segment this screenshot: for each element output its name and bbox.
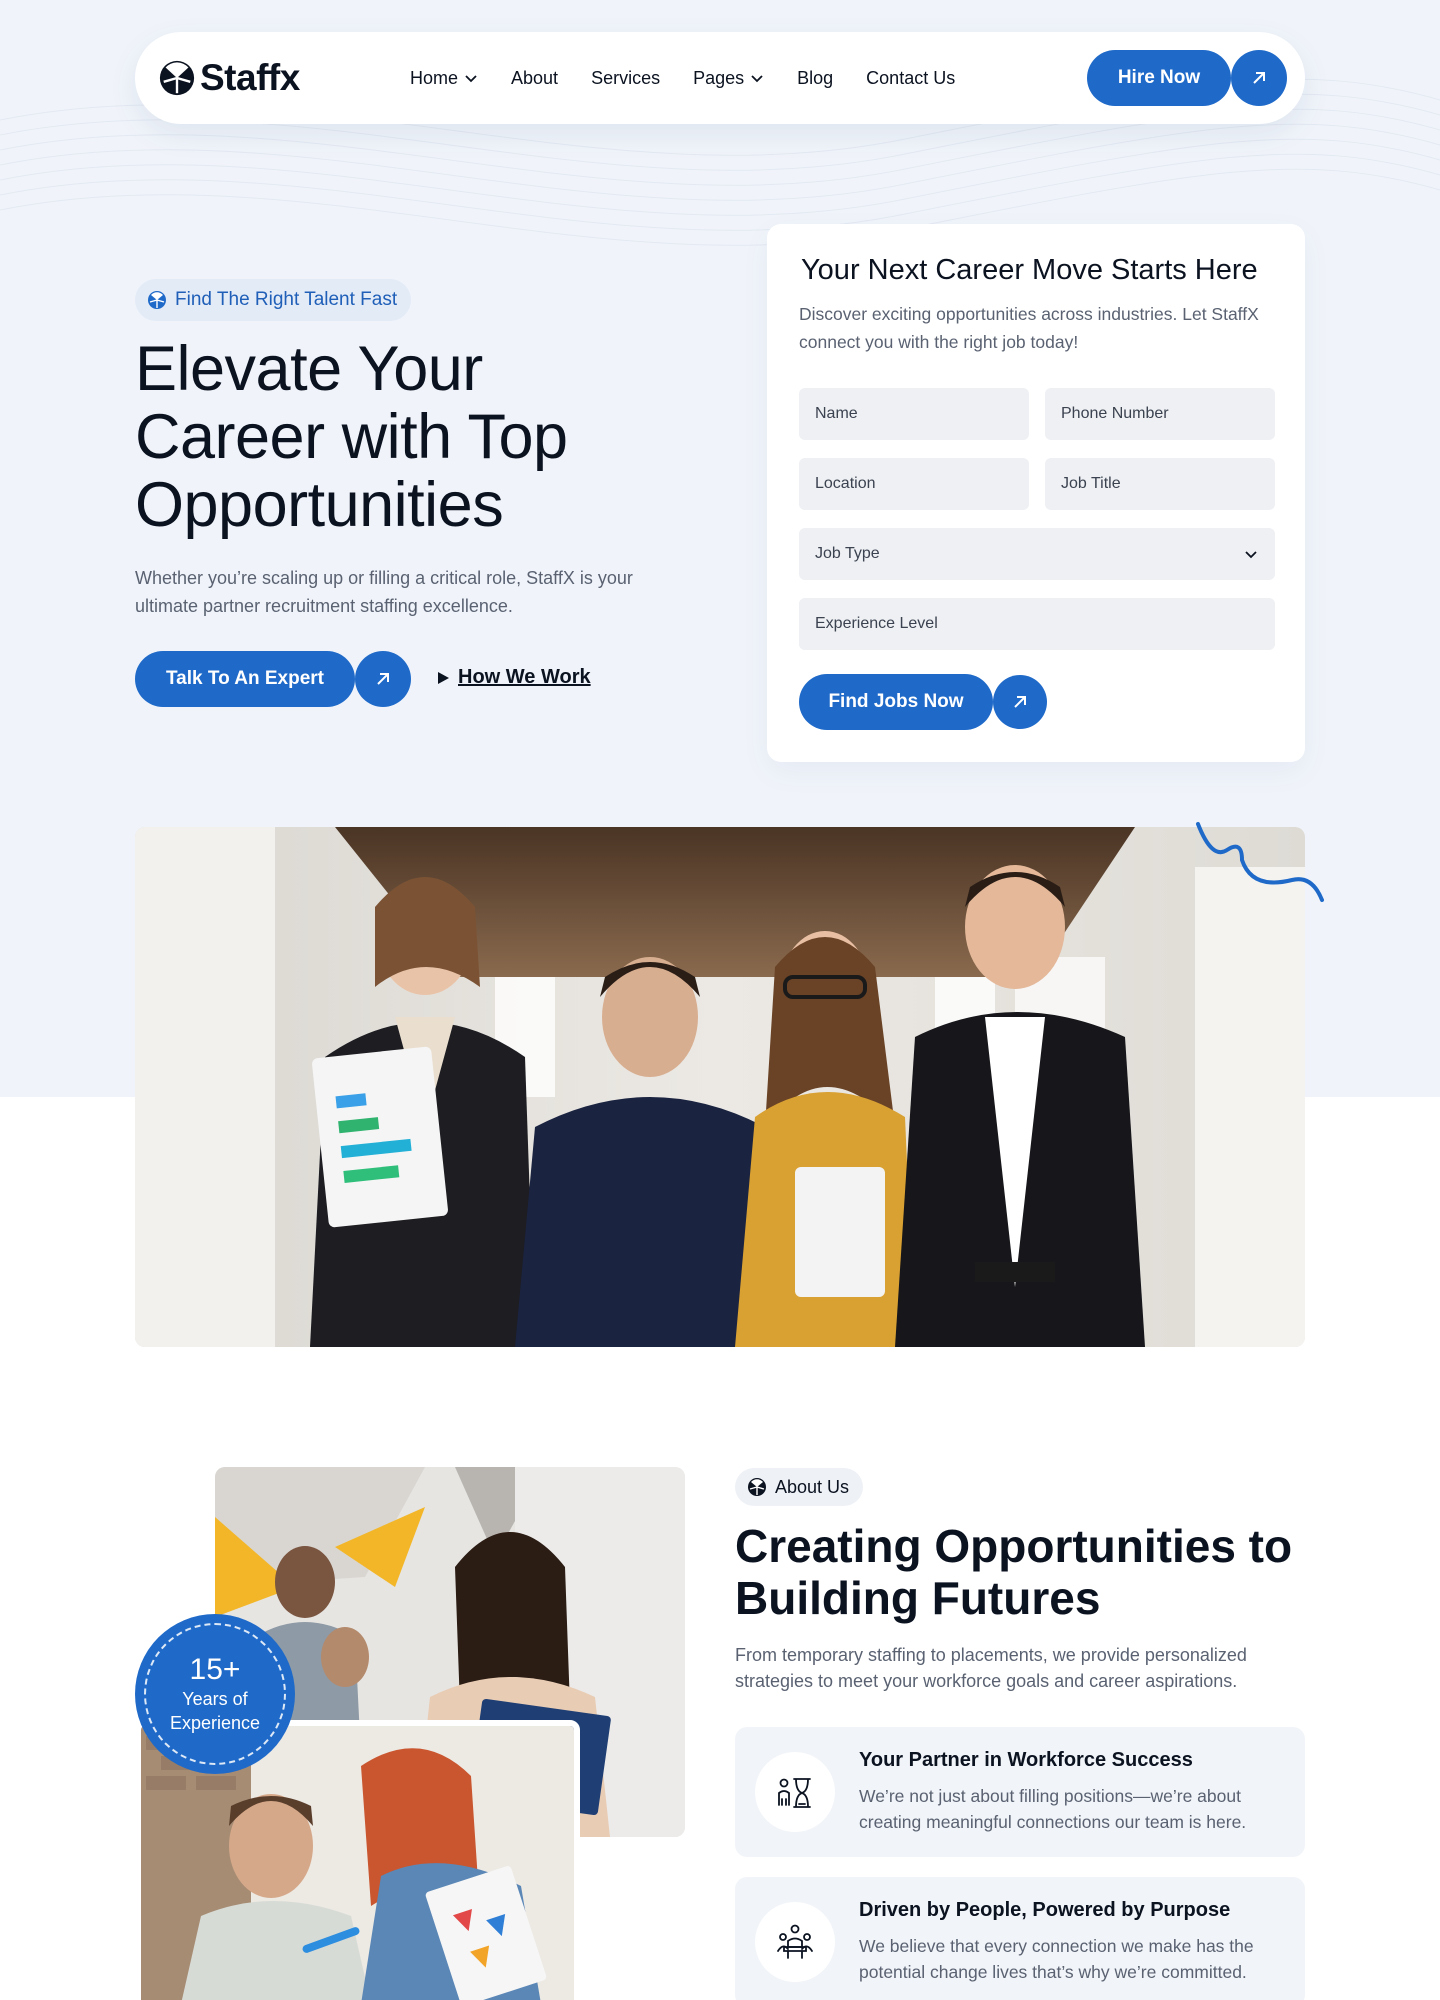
nav-item-label: About	[511, 67, 559, 88]
job-title-placeholder: Job Title	[1061, 475, 1121, 492]
feature-icon-wrap	[755, 1902, 835, 1982]
experience-badge: 15+ Years of Experience	[135, 1614, 295, 1774]
about-title: Creating Opportunities to Building Futur…	[735, 1520, 1293, 1624]
hero-badge-label: Find The Right Talent Fast	[175, 289, 398, 310]
chevron-down-icon	[751, 75, 763, 83]
how-we-work-label: How We Work	[458, 666, 591, 688]
about-badge-label: About Us	[775, 1476, 850, 1497]
talk-to-expert-arrow-button[interactable]	[355, 651, 411, 707]
chevron-down-icon	[1245, 551, 1257, 559]
team-photo-illustration	[135, 827, 1305, 1347]
hero-badge: Find The Right Talent Fast	[135, 279, 412, 321]
phone-placeholder: Phone Number	[1061, 405, 1169, 422]
experience-badge-inner: 15+ Years of Experience	[144, 1623, 286, 1765]
talk-expert-group: Talk To An Expert	[135, 651, 411, 707]
experience-label: Years of	[182, 1689, 248, 1709]
find-jobs-group: Find Jobs Now	[799, 674, 1047, 730]
main-nav: Home About Services Pages Blog Contact U…	[410, 32, 955, 124]
hero-title: Elevate Your Career with Top Opportuniti…	[135, 335, 675, 539]
hero-description: Whether you’re scaling up or filling a c…	[135, 568, 633, 616]
experience-value: 15+	[189, 1653, 241, 1686]
logo-mark-icon	[148, 291, 166, 309]
logo-mark-icon	[748, 1478, 766, 1496]
brand-logo[interactable]: Staffx	[158, 56, 300, 100]
location-field[interactable]: Location	[799, 458, 1029, 510]
experience-placeholder: Experience Level	[815, 615, 938, 632]
job-title-field[interactable]: Job Title	[1045, 458, 1275, 510]
arrow-up-right-icon	[1253, 72, 1265, 84]
job-type-placeholder: Job Type	[815, 545, 880, 562]
play-icon	[438, 671, 449, 684]
team-meeting-icon	[777, 1924, 813, 1959]
feature-title: Your Partner in Workforce Success	[859, 1749, 1193, 1771]
how-we-work-link[interactable]: How We Work	[436, 666, 591, 689]
decorative-squiggle	[1196, 822, 1324, 902]
feature-card: Driven by People, Powered by Purpose We …	[735, 1877, 1305, 2000]
talk-to-expert-button[interactable]: Talk To An Expert	[135, 651, 355, 707]
nav-item-label: Home	[410, 67, 459, 88]
people-hourglass-icon	[778, 1778, 811, 1808]
nav-item-services[interactable]: Services	[591, 68, 660, 89]
hero-title-line: Elevate Your	[135, 334, 483, 404]
job-search-form: Your Next Career Move Starts Here Discov…	[767, 224, 1305, 762]
feature-description: We’re not just about filling positions—w…	[859, 1786, 1247, 1832]
feature-title: Driven by People, Powered by Purpose	[859, 1899, 1231, 1921]
job-type-select[interactable]: Job Type	[799, 528, 1275, 580]
hero-title-line: Career with Top	[135, 402, 568, 472]
hire-now-group: Hire Now	[1087, 50, 1287, 106]
nav-item-home[interactable]: Home	[410, 68, 478, 89]
navbar: Staffx Home About Services Pages Blog Co…	[135, 32, 1305, 124]
hire-now-button[interactable]: Hire Now	[1087, 50, 1231, 106]
name-field[interactable]: Name	[799, 388, 1029, 440]
feature-description: We believe that every connection we make…	[859, 1936, 1254, 1982]
find-jobs-button[interactable]: Find Jobs Now	[799, 674, 993, 730]
about-badge: About Us	[735, 1468, 864, 1506]
hero-title-line: Opportunities	[135, 470, 504, 540]
nav-item-label: Contact Us	[866, 67, 956, 88]
form-description: Discover exciting opportunities across i…	[799, 304, 1259, 352]
nav-item-label: Blog	[797, 67, 834, 88]
nav-item-about[interactable]: About	[511, 68, 558, 89]
experience-label: Experience	[169, 1713, 261, 1733]
nav-item-pages[interactable]: Pages	[693, 68, 764, 89]
feature-icon-wrap	[755, 1752, 835, 1832]
brand-name: Staffx	[200, 57, 300, 98]
arrow-up-right-icon	[377, 673, 389, 685]
nav-item-label: Services	[591, 67, 661, 88]
nav-item-contact[interactable]: Contact Us	[866, 68, 955, 89]
chevron-down-icon	[465, 75, 477, 83]
name-placeholder: Name	[815, 405, 858, 422]
feature-card: Your Partner in Workforce Success We’re …	[735, 1727, 1305, 1857]
hire-now-arrow-button[interactable]	[1231, 50, 1287, 106]
location-placeholder: Location	[815, 475, 876, 492]
form-title: Your Next Career Move Starts Here	[801, 254, 1258, 286]
experience-level-field[interactable]: Experience Level	[799, 598, 1275, 650]
phone-field[interactable]: Phone Number	[1045, 388, 1275, 440]
nav-item-blog[interactable]: Blog	[797, 68, 833, 89]
logo-icon	[159, 60, 195, 96]
nav-item-label: Pages	[693, 67, 745, 88]
about-description: From temporary staffing to placements, w…	[735, 1645, 1247, 1691]
team-photo	[135, 827, 1305, 1347]
arrow-up-right-icon	[1014, 696, 1026, 708]
find-jobs-arrow-button[interactable]	[993, 675, 1047, 729]
